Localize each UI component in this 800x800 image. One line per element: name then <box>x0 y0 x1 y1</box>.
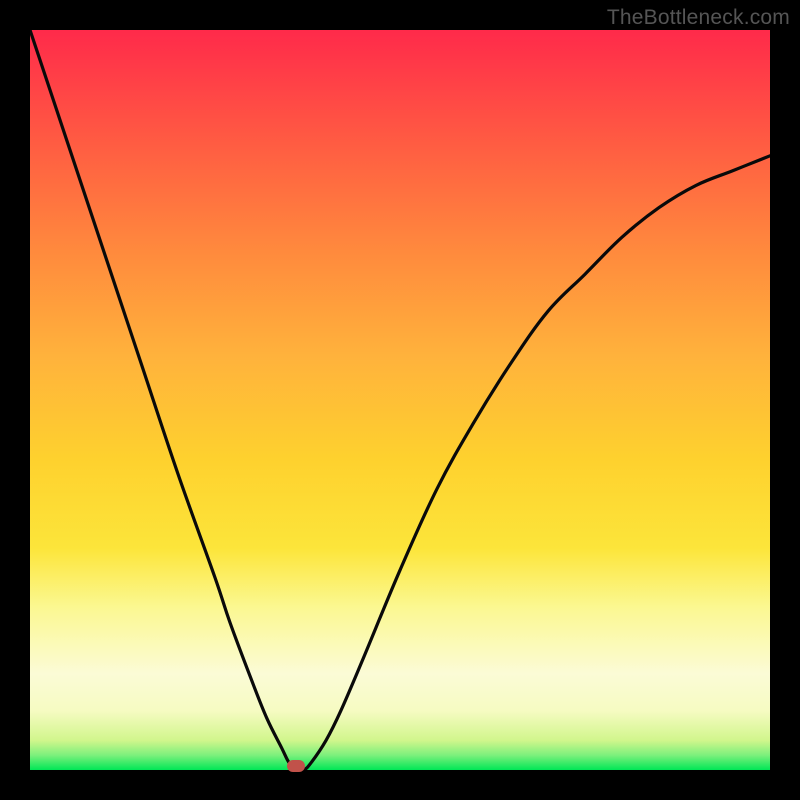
curve-svg <box>30 30 770 770</box>
optimum-marker <box>287 760 305 772</box>
bottleneck-curve-path <box>30 30 770 770</box>
watermark-text: TheBottleneck.com <box>607 6 790 30</box>
chart-plot-area <box>30 30 770 770</box>
